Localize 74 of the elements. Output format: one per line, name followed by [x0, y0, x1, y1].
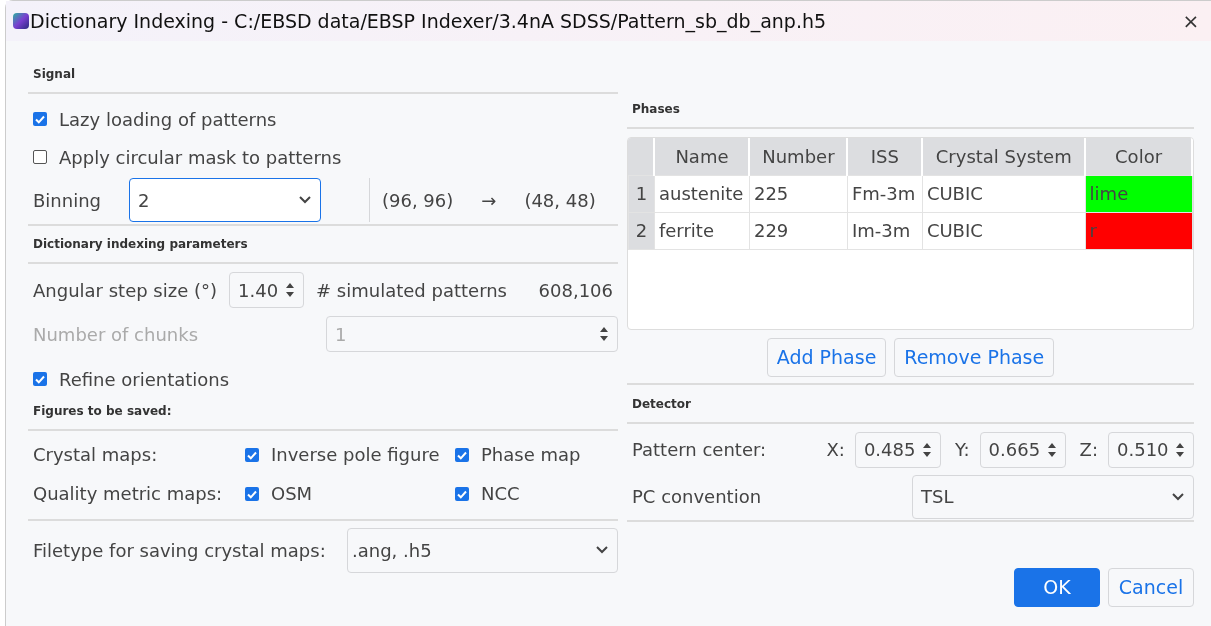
checkbox[interactable] — [455, 486, 469, 501]
table-cell: ferrite — [654, 212, 750, 249]
checkbox-label: Apply circular mask to patterns — [59, 145, 342, 170]
spin-arrows-icon — [1046, 441, 1057, 458]
checkbox[interactable] — [245, 486, 259, 501]
dropdown[interactable]: 2 — [129, 178, 321, 222]
value-text: 608,106 — [538, 278, 613, 303]
spin-arrows-icon — [921, 441, 932, 458]
field-label: Binning — [33, 188, 102, 213]
spin-arrows-icon — [285, 282, 296, 298]
table-cell: Im-3m — [847, 212, 923, 249]
chevron-down-icon — [1171, 491, 1185, 502]
close-button[interactable]: × — [1171, 6, 1211, 36]
checkbox-label: Lazy loading of patterns — [59, 107, 277, 132]
table-cell: CUBIC — [922, 212, 1086, 249]
row-header[interactable]: 2 — [628, 212, 655, 249]
column-header[interactable]: Crystal System — [922, 138, 1086, 175]
checkbox[interactable] — [33, 112, 47, 126]
section-heading: Signal — [28, 59, 618, 94]
checkbox[interactable] — [245, 447, 259, 462]
shape-text: (48, 48) — [524, 188, 596, 213]
section-heading: Dictionary indexing parameters — [28, 226, 618, 264]
checkbox[interactable] — [33, 372, 47, 386]
table-cell: austenite — [654, 175, 750, 212]
checkbox-label: NCC — [481, 482, 520, 506]
axis-label: X: — [826, 438, 845, 462]
column-header[interactable]: Color — [1085, 138, 1192, 175]
arrow-text: → — [481, 188, 497, 213]
section-heading: Figures to be saved: — [28, 402, 618, 431]
axis-label: Z: — [1079, 438, 1098, 462]
color-cell: r — [1085, 212, 1192, 249]
column-header[interactable]: Name — [654, 138, 750, 175]
table-cell: Fm-3m — [847, 175, 923, 212]
column-header[interactable]: ISS — [847, 138, 923, 175]
checkbox-label: Inverse pole figure — [271, 443, 440, 467]
table-cell: 225 — [749, 175, 848, 212]
cancel-button[interactable]: Cancel — [1108, 567, 1194, 607]
checkbox[interactable] — [33, 150, 47, 164]
table-cell: 229 — [749, 212, 848, 249]
dropdown[interactable]: TSL — [912, 474, 1194, 519]
section-heading: Phases — [627, 100, 1194, 129]
app-icon — [12, 12, 30, 30]
table-cell: CUBIC — [922, 175, 1086, 212]
ok-button[interactable]: OK — [1014, 567, 1100, 607]
shape-text: (96, 96) — [382, 188, 454, 213]
checkbox-label: Phase map — [481, 443, 581, 467]
row-header[interactable]: 1 — [628, 175, 655, 212]
spin-arrows-icon — [1175, 441, 1185, 458]
spin-box[interactable]: 0.485 — [854, 431, 941, 468]
field-label: Pattern center: — [632, 438, 767, 462]
section-heading: Detector — [627, 384, 1194, 424]
checkbox[interactable] — [455, 447, 469, 462]
field-label: Quality metric maps: — [33, 482, 224, 506]
field-label: Filetype for saving crystal maps: — [33, 538, 326, 563]
spin-box[interactable]: 0.510 — [1108, 431, 1194, 468]
field-label: # simulated patterns — [316, 278, 507, 303]
dropdown[interactable]: .ang, .h5 — [347, 527, 618, 573]
chevron-down-icon — [595, 545, 609, 555]
field-label: Angular step size (°) — [33, 278, 218, 303]
field-label: Crystal maps: — [33, 443, 159, 467]
phase-button[interactable]: Remove Phase — [894, 338, 1055, 377]
spin-box[interactable]: 0.665 — [979, 431, 1066, 468]
spin-box[interactable]: 1.40 — [229, 272, 305, 308]
axis-label: Y: — [954, 438, 970, 462]
window-title: Dictionary Indexing - C:/EBSD data/EBSP Indexer/3.4nA SDSS/Pattern_sb_db_anp.h5 — [30, 8, 828, 35]
column-header[interactable]: Number — [749, 138, 848, 175]
chevron-down-icon — [298, 195, 312, 205]
spin-arrows-icon — [599, 326, 609, 342]
checkbox-label: Refine orientations — [59, 367, 230, 392]
phase-button[interactable]: Add Phase — [766, 338, 887, 377]
field-label: Number of chunks — [33, 322, 199, 347]
field-label: PC convention — [632, 485, 762, 509]
color-cell: lime — [1085, 175, 1192, 212]
checkbox-label: OSM — [271, 482, 313, 506]
